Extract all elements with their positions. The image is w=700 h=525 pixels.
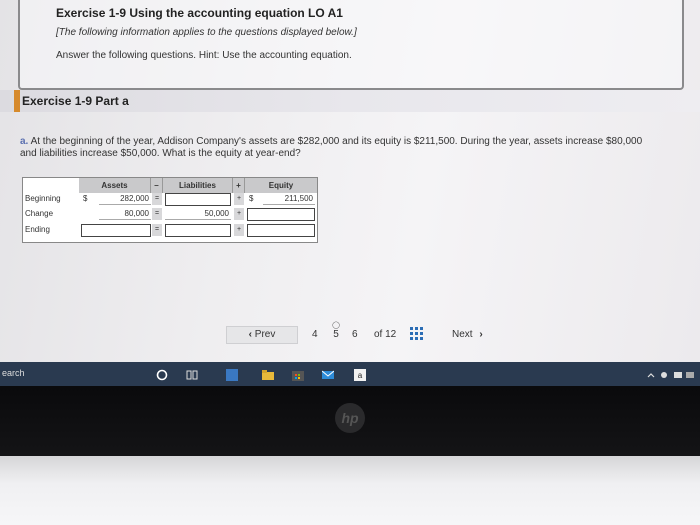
- part-header: Exercise 1-9 Part a: [0, 90, 700, 112]
- question-text: a. At the beginning of the year, Addison…: [20, 136, 660, 160]
- ending-equity-input[interactable]: [247, 224, 315, 237]
- beginning-equity-value: 211,500: [263, 193, 315, 205]
- row-label-ending: Ending: [25, 225, 50, 234]
- grid-view-icon[interactable]: [410, 327, 424, 344]
- header-liabilities: Liabilities: [163, 178, 233, 193]
- row-label-change: Change: [25, 209, 54, 218]
- prev-label: Prev: [254, 329, 276, 340]
- beginning-equals: =: [152, 193, 162, 205]
- change-assets-value: 80,000: [99, 208, 151, 220]
- chevron-right-icon: ›: [479, 329, 483, 340]
- beginning-equity-dollar: $: [249, 194, 254, 203]
- header-equity: Equity: [245, 178, 317, 193]
- cortana-icon[interactable]: [156, 368, 168, 381]
- browser-viewport: Exercise 1-9 Using the accounting equati…: [0, 0, 700, 362]
- current-page-marker-icon: ◯: [332, 322, 340, 329]
- beginning-assets-dollar: $: [83, 194, 88, 203]
- row-label-beginning: Beginning: [25, 194, 61, 203]
- task-view-icon[interactable]: [186, 368, 198, 380]
- hp-logo: hp: [335, 403, 365, 433]
- ending-equals: =: [152, 224, 162, 236]
- amazon-app-icon[interactable]: a: [354, 368, 366, 381]
- file-explorer-icon[interactable]: [262, 368, 274, 380]
- exercise-header: Exercise 1-9 Using the accounting equati…: [18, 0, 684, 90]
- laptop-body: [0, 456, 700, 525]
- edge-icon[interactable]: [226, 368, 238, 381]
- change-equity-input[interactable]: [247, 208, 315, 221]
- svg-text:a: a: [358, 371, 363, 380]
- store-icon[interactable]: [292, 368, 304, 381]
- beginning-assets-value: 282,000: [99, 193, 151, 205]
- question-body: At the beginning of the year, Addison Co…: [20, 136, 643, 159]
- header-assets: Assets: [79, 178, 151, 193]
- page-6-link[interactable]: 6: [352, 329, 358, 340]
- beginning-liabilities-input[interactable]: [165, 193, 231, 206]
- part-title: Exercise 1-9 Part a: [22, 94, 129, 108]
- accounting-equation-table: Assets – Liabilities + Equity Beginning …: [22, 177, 318, 243]
- page-5-link[interactable]: ◯ 5: [330, 322, 342, 340]
- change-equals: =: [152, 208, 162, 220]
- chevron-left-icon: ‹: [248, 329, 252, 340]
- question-label: a.: [20, 136, 29, 147]
- exercise-title: Exercise 1-9 Using the accounting equati…: [56, 6, 343, 20]
- header-minus: –: [151, 178, 163, 193]
- change-plus: +: [234, 208, 244, 220]
- part-accent: [14, 90, 20, 112]
- mail-icon[interactable]: [321, 368, 335, 380]
- exercise-subtitle: [The following information applies to th…: [56, 27, 357, 38]
- ending-plus: +: [234, 224, 244, 236]
- header-plus: +: [233, 178, 245, 193]
- change-liabilities-value: 50,000: [165, 208, 231, 220]
- page-4-link[interactable]: 4: [312, 329, 318, 340]
- beginning-plus: +: [234, 193, 244, 205]
- next-button[interactable]: Next ›: [440, 326, 512, 344]
- next-label: Next: [452, 329, 473, 340]
- page-count: of 12: [374, 329, 397, 340]
- page-5-label: 5: [333, 329, 339, 340]
- prev-button[interactable]: ‹ Prev: [226, 326, 298, 344]
- answer-prompt: Answer the following questions. Hint: Us…: [56, 50, 352, 61]
- ending-assets-input[interactable]: [81, 224, 151, 237]
- taskbar: earch a: [0, 362, 700, 386]
- taskbar-search[interactable]: earch: [2, 368, 25, 378]
- ending-liabilities-input[interactable]: [165, 224, 231, 237]
- system-tray-icons[interactable]: [646, 368, 696, 380]
